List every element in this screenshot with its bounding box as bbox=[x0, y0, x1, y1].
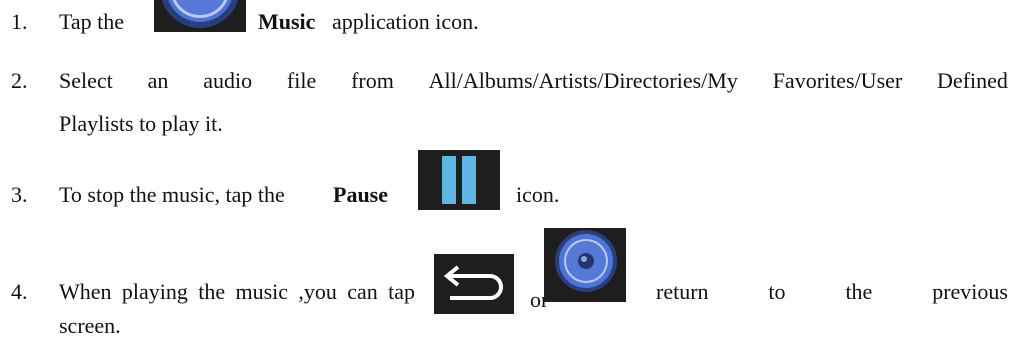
step-text: application icon. bbox=[332, 9, 479, 34]
pause-icon bbox=[418, 150, 500, 210]
step-number: 1. bbox=[11, 9, 28, 34]
step-text: icon. bbox=[516, 182, 560, 207]
step-number: 4. bbox=[11, 279, 28, 304]
music-speaker-icon bbox=[154, 0, 246, 32]
step-text-line: return to the previous bbox=[656, 279, 1008, 304]
step-text-line: When playing the music ,you can tap bbox=[59, 279, 415, 304]
step-text-line: Playlists to play it. bbox=[59, 111, 223, 136]
bold-term: Music bbox=[258, 9, 316, 34]
back-arrow-icon bbox=[434, 254, 514, 314]
music-speaker-icon bbox=[544, 228, 626, 302]
step-number: 2. bbox=[11, 68, 28, 93]
step-text: To stop the music, tap the bbox=[59, 182, 285, 207]
step-text-line: Select an audio file from All/Albums/Art… bbox=[59, 68, 1008, 93]
step-text-line: screen. bbox=[59, 313, 121, 338]
step-text: Tap the bbox=[59, 9, 125, 34]
step-number: 3. bbox=[11, 182, 28, 207]
bold-term: Pause bbox=[333, 182, 388, 207]
